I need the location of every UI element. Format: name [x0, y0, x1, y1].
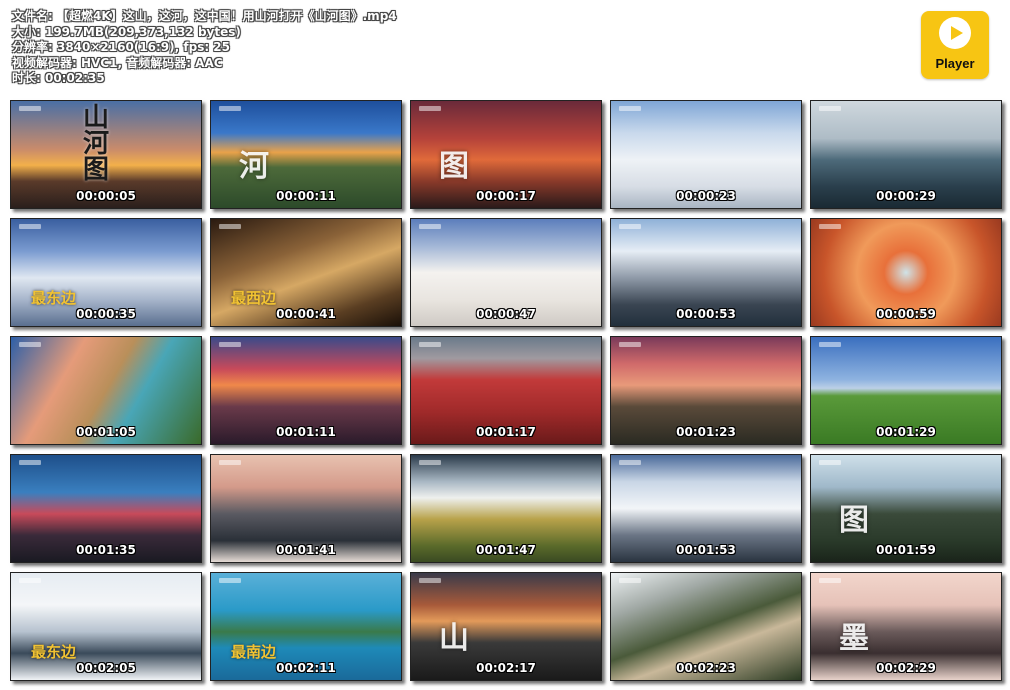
thumbnail-timestamp: 00:02:29: [876, 661, 936, 675]
thumbnail-overlay-text: 图: [839, 503, 869, 538]
thumbnail-timestamp: 00:00:29: [876, 189, 936, 203]
video-resolution: 分辨率: 3840×2160(16:9), fps: 25: [12, 40, 231, 54]
thumbnail-timestamp: 00:02:05: [76, 661, 136, 675]
file-info-panel: 文件名: 【超燃4K】这山，这河，这中国！用山河打开《山河图》.mp4 大小: …: [12, 9, 397, 87]
watermark-logo: [619, 224, 641, 229]
video-thumbnail[interactable]: 00:00:59: [810, 218, 1002, 327]
thumbnail-timestamp: 00:01:05: [76, 425, 136, 439]
video-thumbnail[interactable]: 00:00:29: [810, 100, 1002, 209]
watermark-logo: [819, 224, 841, 229]
watermark-logo: [419, 106, 441, 111]
watermark-logo: [419, 578, 441, 583]
thumbnail-timestamp: 00:01:17: [476, 425, 536, 439]
watermark-logo: [19, 224, 41, 229]
watermark-logo: [219, 106, 241, 111]
thumbnail-overlay-text: 最东边: [31, 289, 77, 307]
watermark-logo: [219, 342, 241, 347]
watermark-logo: [619, 460, 641, 465]
watermark-logo: [819, 578, 841, 583]
video-thumbnail[interactable]: 图 00:00:17: [410, 100, 602, 209]
codec-info: 视频解码器: HVC1, 音频解码器: AAC: [12, 55, 223, 70]
video-thumbnail[interactable]: 最南边 00:02:11: [210, 572, 402, 681]
watermark-logo: [19, 578, 41, 583]
watermark-logo: [219, 578, 241, 583]
video-thumbnail[interactable]: 00:00:47: [410, 218, 602, 327]
thumbnail-timestamp: 00:01:35: [76, 543, 136, 557]
video-thumbnail[interactable]: 00:01:11: [210, 336, 402, 445]
video-thumbnail[interactable]: 最东边 00:02:05: [10, 572, 202, 681]
thumbnail-timestamp: 00:02:23: [676, 661, 736, 675]
watermark-logo: [619, 342, 641, 347]
file-size: 大小: 199.7MB(209,373,132 bytes): [12, 24, 241, 39]
thumbnail-timestamp: 00:01:41: [276, 543, 336, 557]
thumbnail-timestamp: 00:01:23: [676, 425, 736, 439]
thumbnail-timestamp: 00:01:53: [676, 543, 736, 557]
watermark-logo: [419, 342, 441, 347]
thumbnail-timestamp: 00:00:05: [76, 189, 136, 203]
video-thumbnail[interactable]: 00:01:41: [210, 454, 402, 563]
thumbnail-grid: 山河图 00:00:05 河 00:00:11 图 00:00:17 00:00:23 00:…: [10, 100, 1002, 682]
thumbnail-overlay-text: 最西边: [231, 289, 277, 307]
thumbnail-overlay-text: 图: [439, 149, 469, 184]
thumbnail-timestamp: 00:02:17: [476, 661, 536, 675]
video-thumbnail[interactable]: 墨 00:02:29: [810, 572, 1002, 681]
video-thumbnail[interactable]: 最东边 00:00:35: [10, 218, 202, 327]
thumbnail-overlay-text: 墨: [839, 621, 869, 656]
thumbnail-overlay-text: 河: [239, 149, 269, 184]
video-thumbnail[interactable]: 00:01:35: [10, 454, 202, 563]
video-thumbnail[interactable]: 00:01:29: [810, 336, 1002, 445]
watermark-logo: [819, 106, 841, 111]
video-thumbnail[interactable]: 00:01:17: [410, 336, 602, 445]
watermark-logo: [19, 106, 41, 111]
thumbnail-timestamp: 00:00:17: [476, 189, 536, 203]
watermark-logo: [819, 342, 841, 347]
watermark-logo: [19, 460, 41, 465]
thumbnail-timestamp: 00:01:11: [276, 425, 336, 439]
thumbnail-timestamp: 00:00:41: [276, 307, 336, 321]
thumbnail-timestamp: 00:00:11: [276, 189, 336, 203]
video-thumbnail[interactable]: 00:01:23: [610, 336, 802, 445]
thumbnail-timestamp: 00:01:59: [876, 543, 936, 557]
video-thumbnail[interactable]: 图 00:01:59: [810, 454, 1002, 563]
watermark-logo: [219, 460, 241, 465]
video-thumbnail[interactable]: 最西边 00:00:41: [210, 218, 402, 327]
video-thumbnail[interactable]: 00:01:53: [610, 454, 802, 563]
video-thumbnail[interactable]: 河 00:00:11: [210, 100, 402, 209]
watermark-logo: [219, 224, 241, 229]
player-logo[interactable]: Player: [921, 11, 989, 79]
duration: 时长: 00:02:35: [12, 71, 105, 85]
thumbnail-timestamp: 00:00:35: [76, 307, 136, 321]
watermark-logo: [619, 578, 641, 583]
thumbnail-timestamp: 00:02:11: [276, 661, 336, 675]
thumbnail-overlay-text: 最东边: [31, 643, 77, 661]
player-logo-label: Player: [935, 56, 975, 71]
video-thumbnail[interactable]: 00:02:23: [610, 572, 802, 681]
watermark-logo: [419, 460, 441, 465]
thumbnail-timestamp: 00:00:53: [676, 307, 736, 321]
video-thumbnail[interactable]: 00:01:47: [410, 454, 602, 563]
video-thumbnail[interactable]: 00:01:05: [10, 336, 202, 445]
thumbnail-timestamp: 00:00:59: [876, 307, 936, 321]
thumbnail-overlay-text: 山: [439, 621, 469, 656]
thumbnail-timestamp: 00:01:47: [476, 543, 536, 557]
watermark-logo: [819, 460, 841, 465]
video-thumbnail[interactable]: 00:00:53: [610, 218, 802, 327]
thumbnail-overlay-text: 山河图: [83, 103, 110, 185]
video-thumbnail[interactable]: 00:00:23: [610, 100, 802, 209]
thumbnail-timestamp: 00:00:47: [476, 307, 536, 321]
watermark-logo: [419, 224, 441, 229]
thumbnail-timestamp: 00:00:23: [676, 189, 736, 203]
video-thumbnail[interactable]: 山 00:02:17: [410, 572, 602, 681]
thumbnail-overlay-text: 最南边: [231, 643, 277, 661]
watermark-logo: [19, 342, 41, 347]
watermark-logo: [619, 106, 641, 111]
thumbnail-timestamp: 00:01:29: [876, 425, 936, 439]
file-name: 文件名: 【超燃4K】这山，这河，这中国！用山河打开《山河图》.mp4: [12, 9, 397, 23]
video-thumbnail[interactable]: 山河图 00:00:05: [10, 100, 202, 209]
